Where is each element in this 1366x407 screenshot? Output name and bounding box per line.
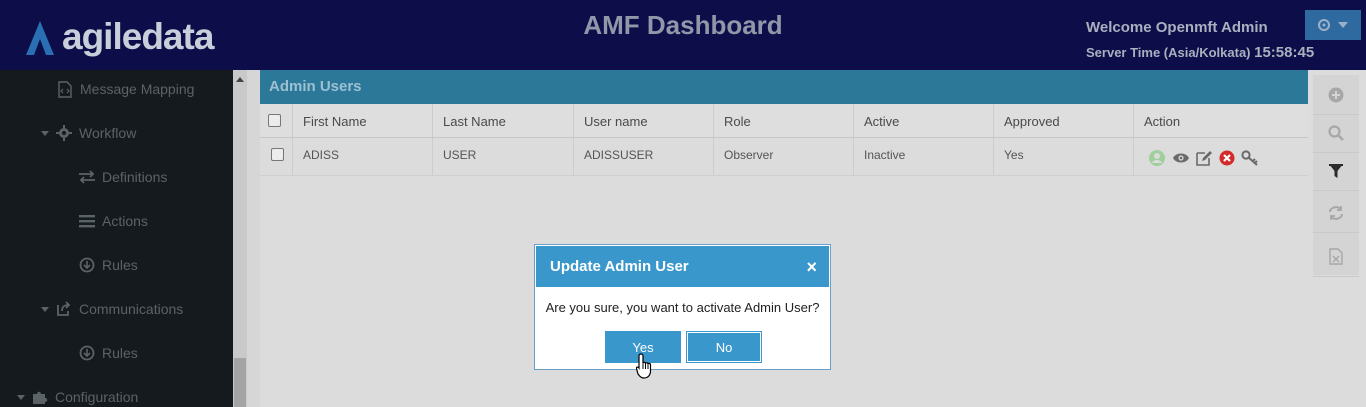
column-header-username[interactable]: User name: [573, 104, 713, 137]
sidebar-item-rules[interactable]: Rules: [78, 256, 138, 274]
content-gutter: [247, 70, 260, 407]
sidebar-item-label: Workflow: [79, 125, 137, 141]
server-time: Server Time (Asia/Kolkata) 15:58:45: [1086, 44, 1314, 61]
dialog-title: Update Admin User: [550, 258, 689, 275]
caret-down-icon: [41, 306, 49, 312]
sidebar-item-workflow[interactable]: Workflow: [41, 124, 136, 142]
sidebar-item-label: Actions: [102, 213, 148, 229]
user-menu-button[interactable]: [1305, 10, 1361, 40]
puzzle-icon: [31, 388, 49, 406]
add-button[interactable]: [1313, 75, 1359, 115]
share-icon: [55, 300, 73, 318]
column-header-action: Action: [1133, 104, 1308, 137]
key-icon[interactable]: [1241, 149, 1259, 166]
column-header-approved[interactable]: Approved: [993, 104, 1133, 137]
refresh-button[interactable]: [1313, 193, 1359, 233]
sidebar-item-label: Communications: [79, 301, 184, 317]
table-row[interactable]: ADISS USER ADISSUSER Observer Inactive Y…: [260, 138, 1308, 176]
hand-pointer-cursor-icon: [636, 353, 652, 379]
dialog-message: Are you sure, you want to activate Admin…: [545, 300, 820, 315]
select-all-checkbox[interactable]: [268, 114, 281, 127]
user-settings-icon: [1318, 19, 1330, 31]
cell-actions: [1133, 138, 1308, 175]
sidebar-item-communications[interactable]: Communications: [41, 300, 183, 318]
update-admin-user-dialog: Update Admin User × Are you sure, you wa…: [534, 244, 831, 370]
sidebar-item-definitions[interactable]: Definitions: [78, 168, 167, 186]
export-excel-button[interactable]: [1313, 237, 1359, 277]
filter-icon: [1329, 163, 1343, 178]
select-all-cell: [260, 104, 292, 137]
add-icon: [1328, 87, 1344, 102]
sidebar-item-label: Rules: [102, 257, 138, 273]
activate-user-icon[interactable]: [1148, 149, 1166, 167]
server-time-label: Server Time (Asia/Kolkata): [1086, 45, 1251, 60]
refresh-icon: [1329, 205, 1343, 220]
list-icon: [78, 212, 96, 230]
swap-icon: [78, 168, 96, 186]
sidebar-item-comm-rules[interactable]: Rules: [78, 344, 138, 362]
column-header-last-name[interactable]: Last Name: [432, 104, 573, 137]
welcome-text: Welcome Openmft Admin: [1086, 19, 1268, 36]
dialog-header: Update Admin User ×: [536, 246, 829, 287]
sidebar-item-configuration[interactable]: Configuration: [17, 388, 138, 406]
edit-icon[interactable]: [1196, 150, 1213, 166]
delete-icon[interactable]: [1219, 150, 1235, 166]
cell-first-name: ADISS: [292, 138, 432, 175]
chevron-down-icon: [1338, 22, 1348, 28]
cell-active: Inactive: [853, 138, 993, 175]
view-eye-icon[interactable]: [1172, 152, 1190, 164]
sidebar-item-label: Rules: [102, 345, 138, 361]
scroll-up-arrow-icon[interactable]: [236, 77, 244, 82]
column-header-first-name[interactable]: First Name: [292, 104, 432, 137]
sidebar-scrollbar[interactable]: [233, 70, 247, 407]
rules-icon: [78, 344, 96, 362]
sidebar-item-message-mapping[interactable]: Message Mapping: [56, 80, 194, 98]
cell-role: Observer: [713, 138, 853, 175]
filter-button[interactable]: [1313, 151, 1359, 191]
sidebar-item-label: Definitions: [102, 169, 168, 185]
cell-approved: Yes: [993, 138, 1133, 175]
table-header-row: First Name Last Name User name Role Acti…: [260, 104, 1308, 138]
row-checkbox[interactable]: [271, 148, 284, 161]
panel-title: Admin Users: [260, 70, 1308, 104]
no-button[interactable]: No: [686, 331, 762, 363]
right-toolbar: [1313, 75, 1359, 277]
row-select-cell: [260, 138, 292, 175]
column-header-active[interactable]: Active: [853, 104, 993, 137]
sidebar: Message Mapping Workflow Definitions Act…: [0, 70, 233, 407]
code-file-icon: [56, 80, 74, 98]
rules-icon: [78, 256, 96, 274]
server-time-clock: 15:58:45: [1254, 44, 1315, 61]
app-header: agiledata AMF Dashboard Welcome Openmft …: [0, 0, 1366, 70]
caret-down-icon: [17, 394, 25, 400]
gear-icon: [55, 124, 73, 142]
sidebar-item-label: Message Mapping: [80, 81, 195, 97]
admin-users-table: First Name Last Name User name Role Acti…: [260, 104, 1308, 176]
export-excel-icon: [1329, 248, 1343, 265]
sidebar-item-label: Configuration: [55, 389, 139, 405]
close-icon[interactable]: ×: [806, 258, 817, 276]
search-icon: [1328, 124, 1344, 141]
caret-down-icon: [41, 130, 49, 136]
cell-username: ADISSUSER: [573, 138, 713, 175]
search-button[interactable]: [1313, 113, 1359, 153]
cell-last-name: USER: [432, 138, 573, 175]
sidebar-item-actions[interactable]: Actions: [78, 212, 148, 230]
column-header-role[interactable]: Role: [713, 104, 853, 137]
scrollbar-thumb[interactable]: [234, 358, 246, 407]
